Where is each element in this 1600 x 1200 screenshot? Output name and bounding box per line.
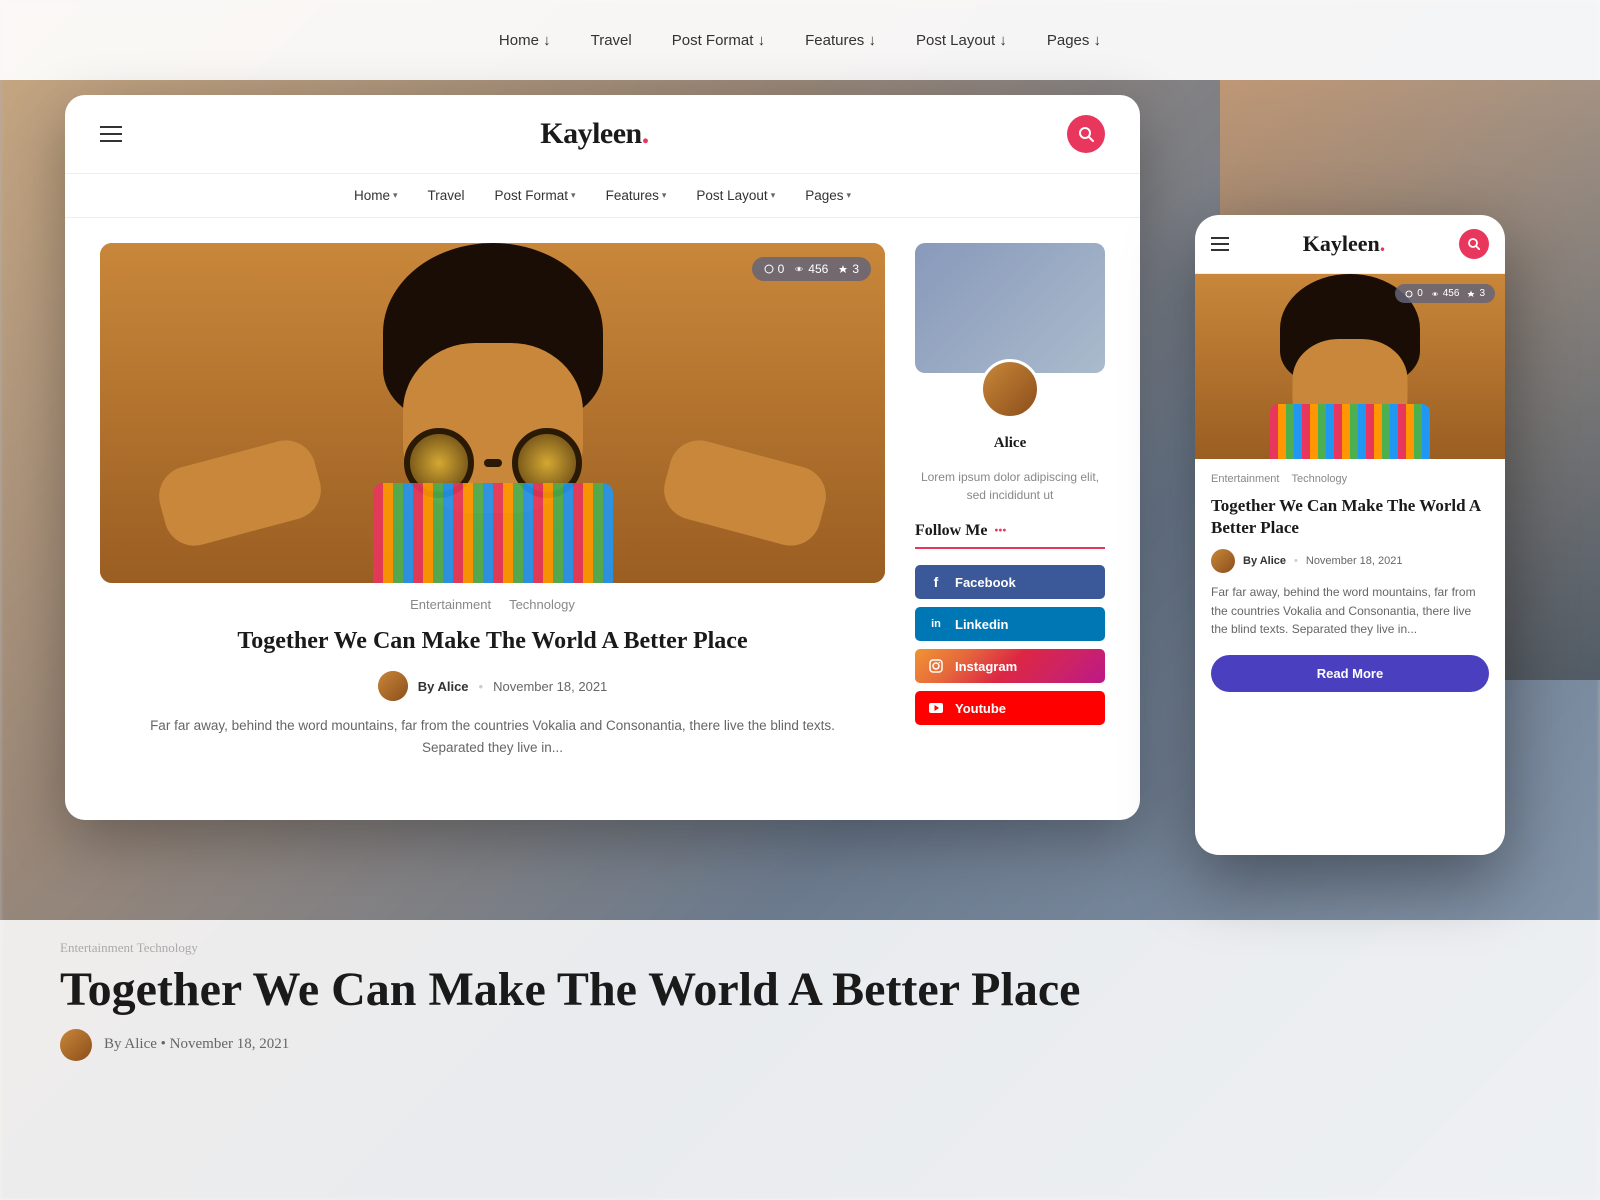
bg-author-meta: By Alice • November 18, 2021 xyxy=(104,1036,289,1053)
mobile-categories: Entertainment Technology xyxy=(1211,473,1489,485)
desktop-content: 0 456 3 Entertainment Technology Togethe… xyxy=(65,218,1140,820)
article-categories: Entertainment Technology xyxy=(100,597,885,612)
sidebar-excerpt: Lorem ipsum dolor adipiscing elit, sed i… xyxy=(915,468,1105,504)
mobile-mockup: Kayleen. 0 456 xyxy=(1195,215,1505,855)
youtube-button[interactable]: Youtube xyxy=(915,691,1105,725)
mobile-article-title: Together We Can Make The World A Better … xyxy=(1211,495,1489,539)
article-excerpt: Far far away, behind the word mountains,… xyxy=(100,715,885,758)
bg-nav-post-format[interactable]: Post Format ↓ xyxy=(672,32,765,49)
hamburger-menu[interactable] xyxy=(100,126,122,142)
mobile-search-button[interactable] xyxy=(1459,229,1489,259)
mobile-date: November 18, 2021 xyxy=(1306,555,1403,567)
bg-bottom-title: Together We Can Make The World A Better … xyxy=(60,964,1540,1017)
sidebar: Alice Lorem ipsum dolor adipiscing elit,… xyxy=(915,243,1105,798)
bg-nav-features[interactable]: Features ↓ xyxy=(805,32,876,49)
bg-nav-home[interactable]: Home ↓ xyxy=(499,32,551,49)
nav-travel[interactable]: Travel xyxy=(428,188,465,203)
desktop-nav: Home ▾ Travel Post Format ▾ Features ▾ P… xyxy=(65,174,1140,218)
nav-pages[interactable]: Pages ▾ xyxy=(805,188,851,203)
sidebar-author-name: Alice xyxy=(915,435,1105,452)
mobile-header: Kayleen. xyxy=(1195,215,1505,274)
instagram-button[interactable]: Instagram xyxy=(915,649,1105,683)
follow-me-title: Follow Me ··· xyxy=(915,520,1105,549)
facebook-icon: f xyxy=(927,573,945,591)
desktop-search-button[interactable] xyxy=(1067,115,1105,153)
bg-nav-post-layout[interactable]: Post Layout ↓ xyxy=(916,32,1007,49)
nav-features[interactable]: Features ▾ xyxy=(606,188,667,203)
article-date: November 18, 2021 xyxy=(493,679,607,694)
mobile-author-name: By Alice xyxy=(1243,555,1286,567)
nav-post-format[interactable]: Post Format ▾ xyxy=(495,188,576,203)
mobile-avatar xyxy=(1211,549,1235,573)
mobile-article-image: 0 456 3 xyxy=(1195,274,1505,459)
article-title: Together We Can Make The World A Better … xyxy=(100,626,885,657)
bg-author-avatar xyxy=(60,1029,92,1061)
read-more-button[interactable]: Read More xyxy=(1211,655,1489,692)
linkedin-button[interactable]: in Linkedin xyxy=(915,607,1105,641)
mobile-logo: Kayleen. xyxy=(1303,231,1386,257)
main-article: 0 456 3 Entertainment Technology Togethe… xyxy=(100,243,885,798)
instagram-icon xyxy=(927,657,945,675)
bg-nav-pages[interactable]: Pages ↓ xyxy=(1047,32,1101,49)
article-author-row: By Alice • November 18, 2021 xyxy=(100,671,885,701)
sidebar-avatar xyxy=(980,359,1040,419)
author-name: By Alice xyxy=(418,679,469,694)
facebook-button[interactable]: f Facebook xyxy=(915,565,1105,599)
background-nav: Home ↓ Travel Post Format ↓ Features ↓ P… xyxy=(0,0,1600,80)
mobile-search-icon xyxy=(1468,238,1480,250)
article-bg xyxy=(100,243,885,583)
desktop-header: Kayleen. xyxy=(65,95,1140,174)
search-icon xyxy=(1078,126,1094,142)
mobile-excerpt: Far far away, behind the word mountains,… xyxy=(1211,583,1489,639)
desktop-mockup: Kayleen. Home ▾ Travel Post Format ▾ Fea… xyxy=(65,95,1140,820)
author-avatar xyxy=(378,671,408,701)
mobile-hamburger[interactable] xyxy=(1211,237,1229,251)
social-buttons: f Facebook in Linkedin Instagram xyxy=(915,565,1105,725)
bg-tags: Entertainment Technology xyxy=(60,940,1540,956)
desktop-logo: Kayleen. xyxy=(540,117,649,151)
article-image: 0 456 3 xyxy=(100,243,885,583)
bg-nav-travel[interactable]: Travel xyxy=(591,32,632,49)
nav-home[interactable]: Home ▾ xyxy=(354,188,398,203)
sidebar-image xyxy=(915,243,1105,373)
nav-post-layout[interactable]: Post Layout ▾ xyxy=(696,188,775,203)
article-stats: 0 456 3 xyxy=(752,257,871,281)
mobile-content: Entertainment Technology Together We Can… xyxy=(1195,459,1505,706)
mobile-stats: 0 456 3 xyxy=(1395,284,1495,303)
background-bottom: Entertainment Technology Together We Can… xyxy=(0,920,1600,1200)
mobile-author-row: By Alice • November 18, 2021 xyxy=(1211,549,1489,573)
youtube-icon xyxy=(927,699,945,717)
linkedin-icon: in xyxy=(927,615,945,633)
